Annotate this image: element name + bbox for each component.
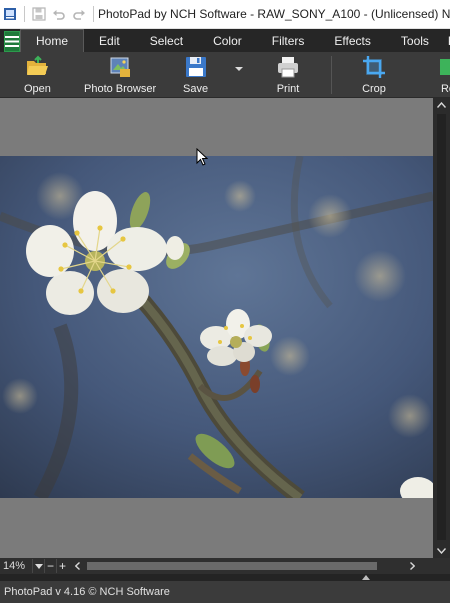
- tab-more[interactable]: P: [444, 29, 450, 52]
- tab-home[interactable]: Home: [20, 29, 85, 52]
- photo-browser-button[interactable]: Photo Browser: [84, 55, 156, 97]
- save-icon: [185, 57, 206, 77]
- open-label: Open: [24, 83, 51, 95]
- scroll-left-icon[interactable]: [71, 559, 83, 573]
- redo-icon[interactable]: [69, 4, 89, 24]
- scroll-down-icon[interactable]: [433, 544, 450, 558]
- save-label: Save: [183, 83, 209, 95]
- title-bar: PhotoPad by NCH Software - RAW_SONY_A100…: [0, 0, 450, 29]
- splitter-grip-icon[interactable]: [362, 575, 370, 580]
- next-tool-label: Re: [440, 83, 450, 95]
- next-tool-button[interactable]: Re: [436, 55, 450, 97]
- hamburger-icon: [5, 36, 19, 47]
- status-bar: PhotoPad v 4.16 © NCH Software: [0, 581, 450, 603]
- separator: [93, 6, 94, 22]
- horizontal-scrollbar[interactable]: [71, 559, 418, 573]
- open-folder-icon: [27, 55, 49, 75]
- crop-label: Crop: [362, 83, 386, 95]
- zoom-out-button[interactable]: −: [44, 559, 56, 573]
- ribbon-tab-bar: Home Edit Select Color Filters Effects T…: [0, 29, 450, 52]
- toolbar-separator: [331, 56, 332, 94]
- undo-icon[interactable]: [49, 4, 69, 24]
- zoom-level-field[interactable]: 14%: [0, 559, 32, 573]
- printer-icon: [278, 57, 298, 78]
- photo-browser-icon: [110, 57, 131, 77]
- tab-select[interactable]: Select: [135, 29, 198, 52]
- tab-filters[interactable]: Filters: [257, 29, 320, 52]
- photo-browser-label: Photo Browser: [84, 83, 157, 95]
- scroll-right-icon[interactable]: [406, 559, 418, 573]
- image-canvas[interactable]: [0, 98, 433, 558]
- main-menu-button[interactable]: [4, 31, 20, 52]
- photo-image: [0, 156, 433, 498]
- horizontal-scroll-thumb[interactable]: [87, 562, 377, 570]
- quick-access-toolbar: [0, 0, 98, 29]
- print-label: Print: [276, 83, 300, 95]
- photopad-window: PhotoPad by NCH Software - RAW_SONY_A100…: [0, 0, 450, 603]
- zoom-and-scroll-bar: 14% − +: [0, 558, 450, 574]
- zoom-dropdown-icon[interactable]: [32, 559, 44, 573]
- window-title: PhotoPad by NCH Software - RAW_SONY_A100…: [98, 7, 450, 21]
- vertical-scroll-track[interactable]: [437, 114, 446, 540]
- crop-button[interactable]: Crop: [362, 55, 386, 97]
- vertical-scrollbar[interactable]: [433, 98, 450, 558]
- home-toolbar: Open Photo Browser Save Print Crop Re: [0, 52, 450, 98]
- scroll-up-icon[interactable]: [433, 98, 450, 112]
- tab-effects[interactable]: Effects: [319, 29, 385, 52]
- tab-color[interactable]: Color: [198, 29, 257, 52]
- open-button[interactable]: Open: [24, 55, 51, 97]
- print-button[interactable]: Print: [276, 55, 300, 97]
- app-icon[interactable]: [0, 4, 20, 24]
- save-button[interactable]: Save: [183, 55, 208, 97]
- zoom-in-button[interactable]: +: [56, 559, 68, 573]
- crop-icon: [363, 56, 385, 78]
- mouse-cursor-icon: [196, 148, 208, 166]
- separator: [24, 6, 25, 22]
- tab-edit[interactable]: Edit: [84, 29, 135, 52]
- tab-tools[interactable]: Tools: [386, 29, 444, 52]
- resize-icon: [440, 59, 450, 75]
- save-dropdown-icon[interactable]: [234, 64, 244, 74]
- save-icon[interactable]: [29, 4, 49, 24]
- panel-splitter[interactable]: [0, 574, 450, 581]
